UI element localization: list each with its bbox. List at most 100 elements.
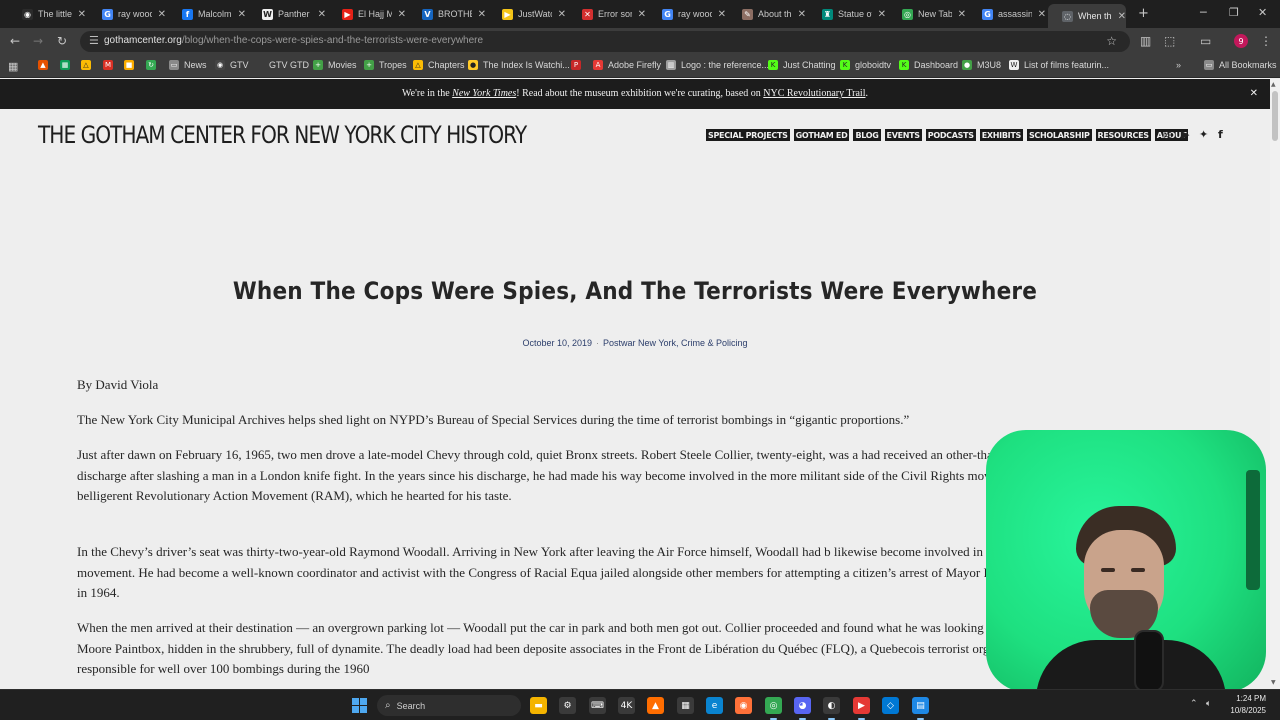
tab-10[interactable]: ♜ Statue of ✕ bbox=[808, 4, 886, 24]
tab-6[interactable]: ▶ JustWatc ✕ bbox=[488, 4, 566, 24]
nyt-link[interactable]: New York Times bbox=[452, 88, 516, 99]
bookmark-item[interactable]: A Adobe Firefly bbox=[593, 60, 661, 70]
extensions-icon[interactable]: ⬚ bbox=[1164, 34, 1175, 48]
firefox-icon[interactable]: ◉ bbox=[735, 697, 752, 714]
bookmark-item[interactable]: GTV GTD bbox=[254, 60, 309, 70]
close-tab-icon[interactable]: ✕ bbox=[398, 9, 406, 20]
bookmark-item[interactable]: Kgloboidtv bbox=[840, 60, 891, 70]
bookmark-item[interactable]: △ bbox=[81, 60, 96, 70]
chrome-icon[interactable]: ◎ bbox=[765, 697, 782, 720]
close-window-button[interactable]: ✕ bbox=[1258, 6, 1267, 19]
bookmark-item[interactable]: ↻ bbox=[146, 60, 161, 70]
close-tab-icon[interactable]: ✕ bbox=[1038, 9, 1046, 20]
terminal-icon[interactable]: ⌨ bbox=[589, 697, 606, 714]
close-tab-icon[interactable]: ✕ bbox=[1118, 11, 1126, 22]
system-clock[interactable]: 1:24 PM 10/8/2025 bbox=[1226, 693, 1266, 717]
bookmark-item[interactable]: ▦ bbox=[60, 60, 75, 70]
tab-13[interactable]: ◌ When th ✕ bbox=[1048, 4, 1126, 28]
twitter-icon[interactable]: ✦ bbox=[1199, 128, 1208, 141]
back-icon[interactable]: ← bbox=[10, 34, 20, 48]
vscode-icon[interactable]: ◇ bbox=[882, 697, 899, 714]
cast-icon[interactable]: ▭ bbox=[1200, 34, 1211, 48]
profile-avatar[interactable]: 9 bbox=[1234, 34, 1248, 48]
new-tab-button[interactable]: + bbox=[1138, 6, 1149, 21]
site-title[interactable]: THE GOTHAM CENTER FOR NEW YORK CITY HIST… bbox=[38, 121, 527, 149]
article-categories[interactable]: Postwar New York, Crime & Policing bbox=[603, 338, 748, 348]
close-tab-icon[interactable]: ✕ bbox=[78, 9, 86, 20]
bookmark-item[interactable]: ▥ Logo : the reference... bbox=[666, 60, 769, 70]
scrollbar-thumb[interactable] bbox=[1272, 91, 1278, 141]
tab-2[interactable]: f Malcolm ✕ bbox=[168, 4, 246, 24]
nav-special-projects[interactable]: SPECIAL PROJECTS bbox=[706, 129, 790, 141]
tab-7[interactable]: ✕ Error son ✕ bbox=[568, 4, 646, 24]
bookmark-item[interactable]: ■ bbox=[124, 60, 139, 70]
tab-8[interactable]: Gray wood ✕ bbox=[648, 4, 726, 24]
close-tab-icon[interactable]: ✕ bbox=[558, 9, 566, 20]
revolutionary-trail-link[interactable]: NYC Revolutionary Trail bbox=[763, 88, 865, 99]
bookmark-item[interactable]: M bbox=[103, 60, 118, 70]
tab-1[interactable]: Gray wood ✕ bbox=[88, 4, 166, 24]
close-tab-icon[interactable]: ✕ bbox=[878, 9, 886, 20]
url-text[interactable]: gothamcenter.org/blog/when-the-cops-were… bbox=[104, 35, 483, 46]
tab-5[interactable]: V BROTHER ✕ bbox=[408, 4, 486, 24]
nav-resources[interactable]: RESOURCES bbox=[1095, 129, 1151, 141]
close-tab-icon[interactable]: ✕ bbox=[318, 9, 326, 20]
bookmark-item[interactable]: ▭ News bbox=[169, 60, 207, 70]
windows-start-icon[interactable] bbox=[352, 698, 367, 713]
reload-icon[interactable]: ↻ bbox=[57, 34, 67, 48]
scroll-down-icon[interactable]: ▼ bbox=[1271, 679, 1276, 686]
bookmark-item[interactable]: K Just Chatting bbox=[768, 60, 836, 70]
nav-blog[interactable]: BLOG bbox=[853, 129, 881, 141]
minimize-button[interactable]: ─ bbox=[1200, 6, 1207, 19]
tab-9[interactable]: ✎ About th ✕ bbox=[728, 4, 806, 24]
bookmark-item[interactable]: ● M3U8 bbox=[962, 60, 1001, 70]
bookmark-item[interactable]: △ Chapters bbox=[413, 60, 465, 70]
close-tab-icon[interactable]: ✕ bbox=[638, 9, 646, 20]
settings-app-icon[interactable]: ⚙ bbox=[559, 697, 576, 714]
nav-scholarship[interactable]: SCHOLARSHIP bbox=[1026, 129, 1092, 141]
bookmark-item[interactable]: ▲ bbox=[38, 60, 53, 70]
media-player-icon[interactable]: ▶ bbox=[853, 697, 870, 720]
bookmark-item[interactable]: K Dashboard bbox=[899, 60, 958, 70]
menu-icon[interactable]: ⋮ bbox=[1260, 34, 1272, 48]
speaker-icon[interactable]: 🔈︎ bbox=[1206, 699, 1211, 709]
taskbar-search[interactable]: ⌕ Search bbox=[377, 695, 521, 716]
discord-icon[interactable]: ◕ bbox=[794, 697, 811, 720]
docs-icon[interactable]: ▤ bbox=[912, 697, 929, 720]
close-tab-icon[interactable]: ✕ bbox=[478, 9, 486, 20]
all-bookmarks[interactable]: ▭ All Bookmarks bbox=[1204, 60, 1277, 70]
close-tab-icon[interactable]: ✕ bbox=[158, 9, 166, 20]
close-tab-icon[interactable]: ✕ bbox=[798, 9, 806, 20]
file-explorer-icon[interactable]: ▬ bbox=[530, 697, 547, 714]
nav-gotham-ed[interactable]: GOTHAM ED bbox=[793, 129, 850, 141]
close-announcement-icon[interactable]: ✕ bbox=[1250, 79, 1258, 109]
4k-app-icon[interactable]: 4K bbox=[618, 697, 635, 714]
nav-exhibits[interactable]: EXHIBITS bbox=[979, 129, 1023, 141]
apps-icon[interactable]: ▦ bbox=[8, 60, 18, 73]
bookmark-item[interactable]: ● The Index Is Watchi... bbox=[468, 60, 570, 70]
tab-4[interactable]: ▶ El Hajj M ✕ bbox=[328, 4, 406, 24]
bookmark-item[interactable]: + Movies bbox=[313, 60, 357, 70]
facebook-icon[interactable]: f bbox=[1218, 128, 1223, 141]
close-tab-icon[interactable]: ✕ bbox=[718, 9, 726, 20]
bookmark-star-icon[interactable]: ☆ bbox=[1106, 34, 1117, 48]
nav-events[interactable]: EVENTS bbox=[884, 129, 922, 141]
vlc-icon[interactable]: ▲ bbox=[647, 697, 664, 714]
bookmark-item[interactable]: ◉ GTV bbox=[215, 60, 249, 70]
address-bar[interactable]: ☰ gothamcenter.org/blog/when-the-cops-we… bbox=[80, 31, 1130, 52]
tab-12[interactable]: Gassassina ✕ bbox=[968, 4, 1046, 24]
page-scrollbar[interactable]: ▲ ▼ bbox=[1270, 79, 1280, 689]
youtube-icon[interactable]: ▶ bbox=[1181, 128, 1189, 141]
nav-podcasts[interactable]: PODCASTS bbox=[925, 129, 976, 141]
bookmark-item[interactable]: P bbox=[571, 60, 586, 70]
site-info-icon[interactable]: ☰ bbox=[89, 34, 99, 47]
close-tab-icon[interactable]: ✕ bbox=[958, 9, 966, 20]
scroll-up-icon[interactable]: ▲ bbox=[1271, 81, 1276, 88]
article-date[interactable]: October 10, 2019 bbox=[522, 338, 592, 348]
reading-list-icon[interactable]: ▥ bbox=[1140, 34, 1151, 48]
tab-3[interactable]: W Panther 2 ✕ bbox=[248, 4, 326, 24]
forward-icon[interactable]: → bbox=[33, 34, 43, 48]
tab-0[interactable]: ◉ The little ✕ bbox=[8, 4, 86, 24]
calculator-icon[interactable]: ▦ bbox=[677, 697, 694, 714]
instagram-icon[interactable]: ◎ bbox=[1163, 128, 1173, 141]
